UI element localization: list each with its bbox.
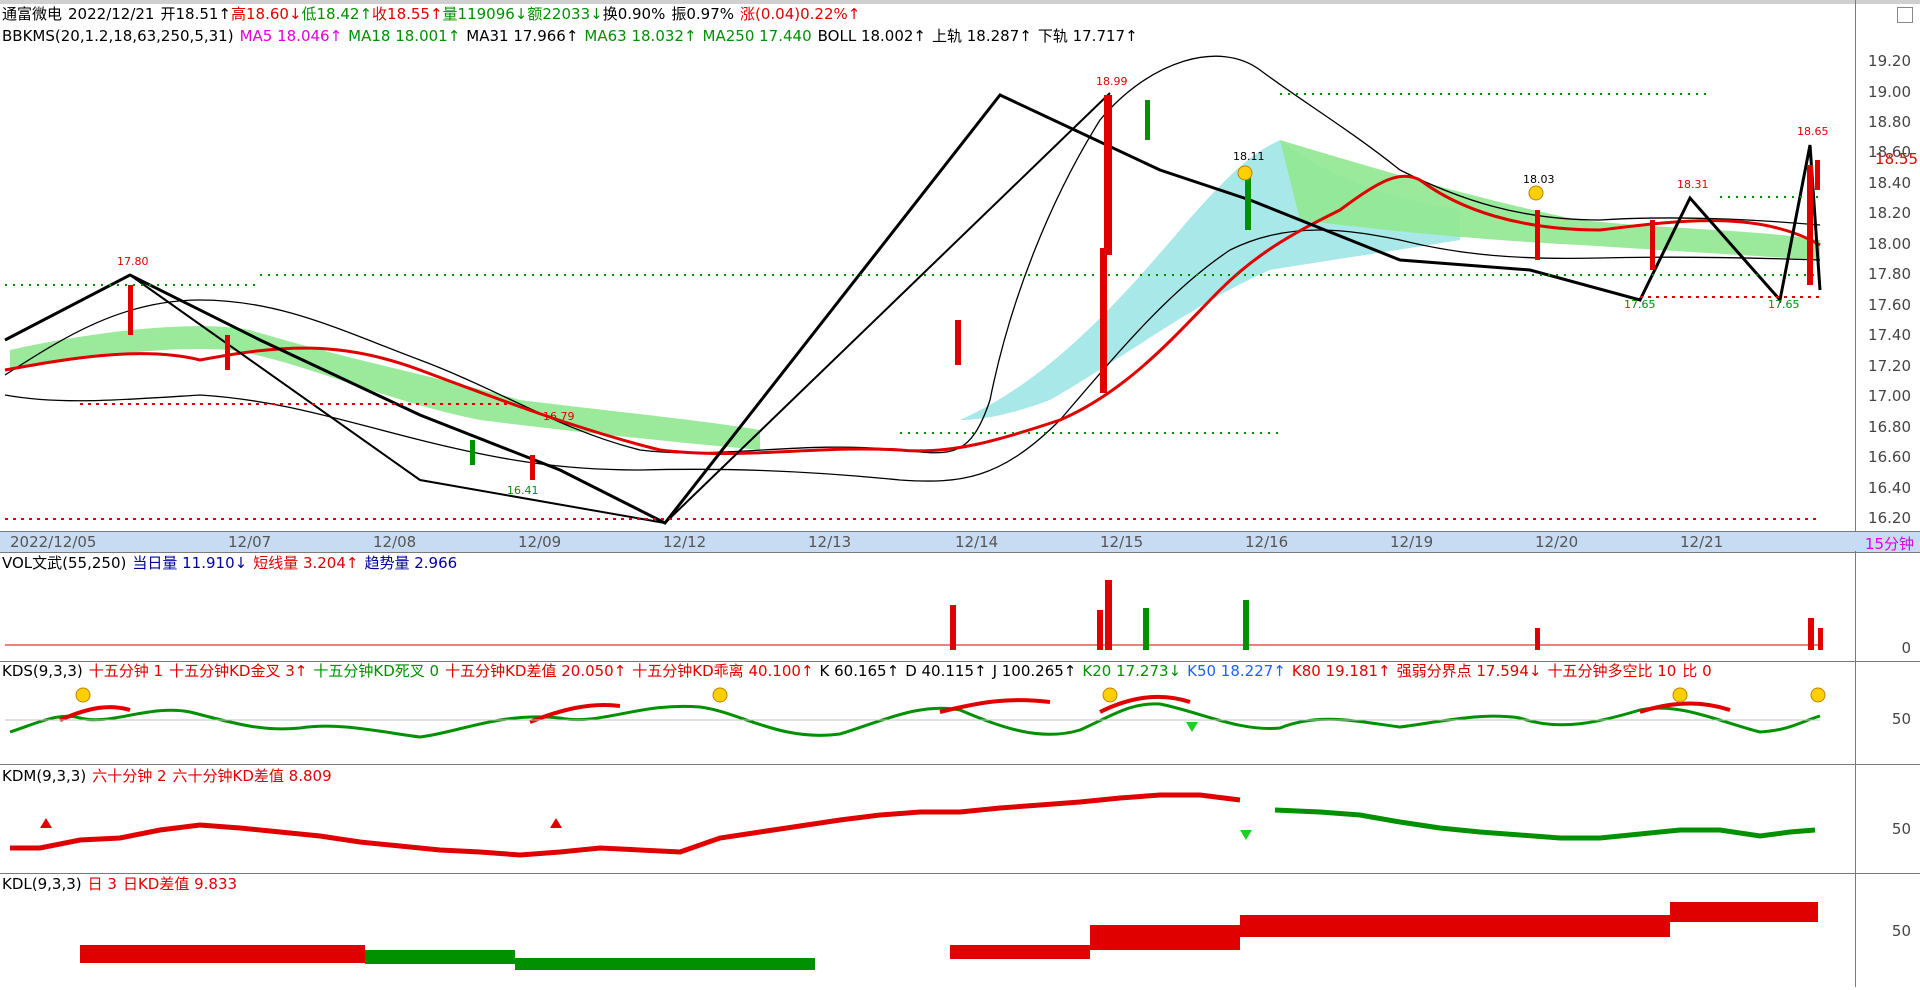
- price-tick: 17.20: [1868, 357, 1911, 375]
- kds-k20: K20 17.273↓: [1082, 662, 1182, 680]
- kds-axis: 50: [1855, 662, 1920, 764]
- kds-name[interactable]: KDS(9,3,3): [2, 662, 83, 680]
- date-label: 2022/12/05: [10, 533, 97, 551]
- kds-ratio: 十五分钟多空比 10: [1547, 662, 1677, 680]
- buy-arrow-icon: [40, 818, 52, 828]
- kdm-green-step: [1274, 807, 1816, 841]
- price-tick: 17.40: [1868, 326, 1911, 344]
- label-high-2: 18.99: [1096, 75, 1128, 88]
- price-tick: 17.00: [1868, 387, 1911, 405]
- kds-k: K 60.165↑: [819, 662, 900, 680]
- date-label: 12/08: [373, 533, 417, 551]
- price-tick: 19.00: [1868, 83, 1911, 101]
- kdl-red-bar: [1090, 925, 1240, 950]
- date-label: 12/07: [228, 533, 272, 551]
- kdl-axis-50: 50: [1891, 922, 1911, 940]
- price-tick: 19.20: [1868, 52, 1911, 70]
- smiley-icon: [1102, 687, 1118, 703]
- price-tick: 16.60: [1868, 448, 1911, 466]
- label-mid-1: 18.11: [1233, 150, 1265, 163]
- vol-axis-zero: 0: [1901, 639, 1911, 657]
- panel-separator: [0, 764, 1920, 765]
- kdm-a: 六十分钟 2: [92, 767, 167, 785]
- kds-red-segments: [59, 694, 1731, 724]
- price-tick: 16.40: [1868, 479, 1911, 497]
- price-tick: 18.20: [1868, 204, 1911, 222]
- kdl-red-bar: [1240, 915, 1670, 937]
- label-high-1: 17.80: [117, 255, 149, 268]
- smiley-icon: [1528, 185, 1544, 201]
- kds-bi: 比 0: [1682, 662, 1712, 680]
- date-label: 12/09: [518, 533, 562, 551]
- price-tick: 17.60: [1868, 296, 1911, 314]
- kds-dv: D 40.115↑: [905, 662, 987, 680]
- date-label: 12/15: [1100, 533, 1144, 551]
- kdm-axis-50: 50: [1891, 820, 1911, 838]
- panel-separator: [0, 873, 1920, 874]
- label-low-1: 16.41: [507, 484, 539, 497]
- price-tick: 16.20: [1868, 509, 1911, 527]
- price-tick: 18.00: [1868, 235, 1911, 253]
- kdm-chart[interactable]: [0, 790, 1855, 870]
- label-low-2: 17.65: [1624, 298, 1656, 311]
- bollinger-upper: [4, 55, 1821, 454]
- vol-axis: 0: [1855, 551, 1920, 662]
- price-axis: 19.20 19.00 18.80 18.60 18.40 18.20 18.0…: [1855, 0, 1920, 531]
- smiley-icon: [75, 687, 91, 703]
- price-chart[interactable]: 17.80 18.99 18.03 18.31 18.65 16.41 17.6…: [0, 0, 1855, 531]
- kds-k80: K80 19.181↑: [1291, 662, 1391, 680]
- kdl-red-bar: [80, 945, 365, 963]
- label-high-4: 18.31: [1677, 178, 1709, 191]
- volume-chart[interactable]: [0, 560, 1855, 660]
- date-label: 12/19: [1390, 533, 1434, 551]
- kdm-axis: 50: [1855, 765, 1920, 873]
- kds-b: 十五分钟KD金叉 3↑: [169, 662, 308, 680]
- label-low-3: 17.65: [1768, 298, 1800, 311]
- kds-c: 十五分钟KD死叉 0: [313, 662, 440, 680]
- kds-chart[interactable]: [0, 682, 1855, 762]
- buy-arrow-icon: [550, 818, 562, 828]
- kds-j: J 100.265↑: [992, 662, 1077, 680]
- kdm-name[interactable]: KDM(9,3,3): [2, 767, 86, 785]
- date-label: 12/14: [955, 533, 999, 551]
- kdl-axis: 50: [1855, 874, 1920, 987]
- kdl-red-bar: [950, 945, 1090, 959]
- date-label: 12/20: [1535, 533, 1579, 551]
- kds-a: 十五分钟 1: [88, 662, 164, 680]
- price-tick: 16.80: [1868, 418, 1911, 436]
- kdm-b: 六十分钟KD差值 8.809: [172, 767, 332, 785]
- price-tick: 18.60: [1868, 143, 1911, 161]
- price-tick: 17.80: [1868, 265, 1911, 283]
- label-mid-2: 16.79: [543, 410, 575, 423]
- smiley-icon: [1237, 165, 1253, 181]
- kds-axis-50: 50: [1891, 710, 1911, 728]
- kds-d: 十五分钟KD差值 20.050↑: [445, 662, 627, 680]
- kds-e: 十五分钟KD乖离 40.100↑: [632, 662, 814, 680]
- date-label: 12/21: [1680, 533, 1724, 551]
- kdm-red-step: [10, 792, 1241, 858]
- sell-arrow-icon: [1186, 722, 1198, 732]
- kdl-red-bar: [1670, 902, 1818, 922]
- price-tick: 18.40: [1868, 174, 1911, 192]
- date-label: 12/16: [1245, 533, 1289, 551]
- date-label: 12/12: [663, 533, 707, 551]
- smiley-icon: [1810, 687, 1826, 703]
- kds-boundary: 强弱分界点 17.594↓: [1396, 662, 1542, 680]
- sell-arrow-icon: [1240, 830, 1252, 840]
- kdl-green-bar: [365, 950, 515, 964]
- candles: [128, 95, 1820, 480]
- kdl-green-bar: [515, 958, 815, 970]
- label-high-3: 18.03: [1523, 173, 1555, 186]
- price-tick: 18.80: [1868, 113, 1911, 131]
- kds-header: KDS(9,3,3) 十五分钟 1 十五分钟KD金叉 3↑ 十五分钟KD死叉 0 十五分…: [2, 661, 1718, 681]
- kdl-chart[interactable]: [0, 890, 1855, 990]
- date-axis[interactable]: 2022/12/05 12/07 12/08 12/09 12/12 12/13…: [0, 531, 1920, 553]
- date-label: 12/13: [808, 533, 852, 551]
- label-high-5: 18.65: [1797, 125, 1829, 138]
- kds-k50: K50 18.227↑: [1187, 662, 1286, 680]
- zigzag-line-2: [129, 92, 1111, 525]
- smiley-icon: [712, 687, 728, 703]
- kdm-header: KDM(9,3,3) 六十分钟 2 六十分钟KD差值 8.809: [2, 766, 338, 786]
- smiley-icon: [1672, 687, 1688, 703]
